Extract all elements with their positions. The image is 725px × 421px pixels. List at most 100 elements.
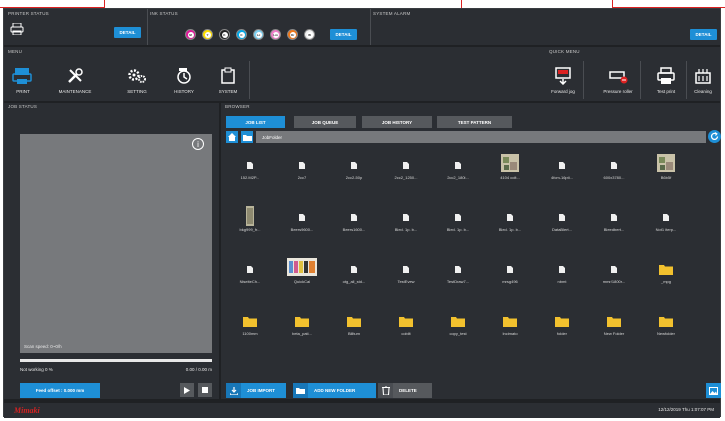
menu-setting[interactable]: SETTING xyxy=(118,66,156,102)
file-item[interactable]: 2cc2_180i... xyxy=(434,152,482,184)
file-item[interactable]: Bled. 1p. b... xyxy=(382,204,430,236)
ink-c-indicator: C xyxy=(236,29,247,40)
quick-menu-label: QUICK MENU xyxy=(549,49,580,54)
file-item[interactable]: TestEvew xyxy=(382,256,430,288)
file-item[interactable]: folder xyxy=(538,308,586,340)
file-name: bkg999_fr... xyxy=(239,227,261,232)
file-name: 4fcm-16pti... xyxy=(550,175,573,180)
refresh-button[interactable] xyxy=(708,130,721,143)
refresh-icon xyxy=(710,132,719,141)
file-item[interactable]: 2cc7 xyxy=(278,152,326,184)
tab-job-list[interactable]: JOB LIST xyxy=(226,116,285,128)
home-button[interactable] xyxy=(226,131,238,143)
file-item[interactable]: Billtum xyxy=(330,308,378,340)
folder-up-button[interactable] xyxy=(241,131,253,143)
file-item[interactable]: QuickCal xyxy=(278,256,326,288)
file-item[interactable]: DataBlert... xyxy=(538,204,586,236)
ink-detail-button[interactable]: DETAIL xyxy=(330,29,357,40)
file-item[interactable]: mrsg496 xyxy=(486,256,534,288)
file-name: DataBlert... xyxy=(551,227,572,232)
tab-job-history[interactable]: JOB HISTORY xyxy=(362,116,432,128)
file-item[interactable]: bkg999_fr... xyxy=(226,204,274,236)
file-item[interactable]: mmr/1800r... xyxy=(590,256,638,288)
stop-button[interactable] xyxy=(198,383,212,397)
divider xyxy=(249,61,250,99)
menu-print[interactable]: PRINT xyxy=(4,66,42,102)
file-item[interactable]: otg_all_std... xyxy=(330,256,378,288)
file-item[interactable]: 1100mm xyxy=(226,308,274,340)
preview-toggle-button[interactable] xyxy=(706,383,721,398)
job-status-panel: JOB STATUS i Scan speed: 0~0/h Not worki… xyxy=(4,103,219,399)
file-item[interactable]: beta_pati... xyxy=(278,308,326,340)
info-icon[interactable]: i xyxy=(192,138,204,150)
file-item[interactable]: 2cc2_1250... xyxy=(382,152,430,184)
file-icon xyxy=(403,162,409,169)
file-name: beta_pati... xyxy=(292,331,312,336)
file-name: 152.M2P... xyxy=(240,175,260,180)
folder-icon xyxy=(243,317,257,327)
file-item[interactable]: Bled. 1p. b... xyxy=(486,204,534,236)
file-item[interactable]: 152.M2P... xyxy=(226,152,274,184)
file-item[interactable]: Beers1600... xyxy=(330,204,378,236)
file-item[interactable]: cobilt xyxy=(382,308,430,340)
file-item[interactable]: Beers9600... xyxy=(278,204,326,236)
menu-maintenance[interactable]: MAINTENANCE xyxy=(56,66,94,102)
ink-or-indicator: Or xyxy=(287,29,298,40)
quick-cleaning[interactable]: Cleaning xyxy=(686,66,720,102)
divider xyxy=(370,9,371,45)
file-icon xyxy=(247,266,253,273)
new-folder-icon xyxy=(293,383,308,398)
folder-icon xyxy=(659,317,673,327)
file-item[interactable]: copy_test xyxy=(434,308,482,340)
tab-test-pattern[interactable]: TEST PATTERN xyxy=(437,116,512,128)
pressure-roller-icon xyxy=(609,71,628,84)
feed-offset-button[interactable]: Feed offset : 0.000 mm xyxy=(20,383,100,398)
tab-job-queue[interactable]: JOB QUEUE xyxy=(294,116,356,128)
file-item[interactable]: TestDraw7... xyxy=(434,256,482,288)
quick-forward-jog[interactable]: Forward jog xyxy=(544,66,582,102)
file-item[interactable]: B6b5f xyxy=(642,152,690,184)
printer-detail-button[interactable]: DETAIL xyxy=(114,27,141,38)
file-item[interactable]: Bleedbert... xyxy=(590,204,638,236)
add-new-folder-button[interactable]: ADD NEW FOLDER xyxy=(293,383,376,398)
file-item[interactable]: _mpg xyxy=(642,256,690,288)
folder-icon xyxy=(242,134,252,141)
file-icon xyxy=(559,214,565,221)
file-item[interactable]: Bled. 1p. b... xyxy=(434,204,482,236)
file-name: Bled. 1p. b... xyxy=(498,227,522,232)
delete-button[interactable]: DELETE xyxy=(378,383,432,398)
quick-pressure-roller[interactable]: Pressure roller xyxy=(596,66,640,102)
menu-label: MENU xyxy=(8,49,23,54)
quick-test-print[interactable]: Test print xyxy=(647,66,685,102)
file-name: Beers9600... xyxy=(290,227,314,232)
file-item[interactable]: 4fcm-16pti... xyxy=(538,152,586,184)
image-thumbnail-icon xyxy=(501,154,519,172)
home-icon xyxy=(228,133,236,141)
menu-system[interactable]: SYSTEM xyxy=(209,66,247,102)
alarm-detail-button[interactable]: DETAIL xyxy=(690,29,717,40)
play-icon xyxy=(184,386,190,394)
file-name: mmr/1800r... xyxy=(602,279,626,284)
file-item[interactable]: 600x3780... xyxy=(590,152,638,184)
file-item[interactable]: Incimato xyxy=(486,308,534,340)
ink-y-indicator: Y xyxy=(202,29,213,40)
menu-history[interactable]: HISTORY xyxy=(165,66,203,102)
job-import-button[interactable]: JOB IMPORT xyxy=(226,383,286,398)
folder-icon xyxy=(347,317,361,327)
file-item[interactable]: New Folder xyxy=(590,308,638,340)
file-icon xyxy=(455,162,461,169)
job-status-label: JOB STATUS xyxy=(8,104,38,109)
file-icon xyxy=(403,266,409,273)
file-item[interactable]: 2cc2-50p xyxy=(330,152,378,184)
file-icon xyxy=(403,214,409,221)
ink-label: Lc xyxy=(255,31,262,38)
file-item[interactable]: Newfolder xyxy=(642,308,690,340)
file-item[interactable]: nbmt xyxy=(538,256,586,288)
stop-icon xyxy=(202,387,208,393)
folder-icon xyxy=(659,265,673,275)
file-item[interactable]: Not1 iterp... xyxy=(642,204,690,236)
file-item[interactable]: NiseiteCh... xyxy=(226,256,274,288)
play-button[interactable] xyxy=(180,383,194,397)
folder-icon xyxy=(399,317,413,327)
file-item[interactable]: 4104 colt... xyxy=(486,152,534,184)
